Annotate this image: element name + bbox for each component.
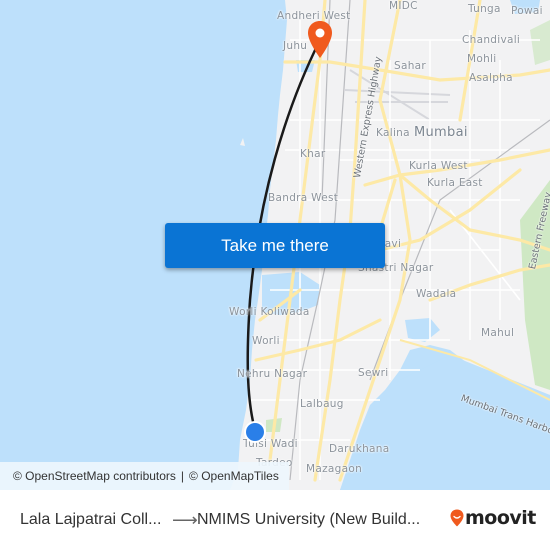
place-label-worli-koliwada: Worli Koliwada	[229, 306, 310, 318]
route-footer: Lala Lajpatrai Coll... ⟶ NMIMS Universit…	[0, 490, 550, 550]
place-label-mohli: Mohli	[467, 53, 497, 65]
arrow-right-icon: ⟶	[172, 510, 198, 530]
openmaptiles-attribution-link[interactable]: © OpenMapTiles	[189, 469, 279, 483]
place-label-lalbaug: Lalbaug	[300, 398, 344, 410]
place-label-mahul: Mahul	[481, 327, 515, 339]
destination-stop-name: NMIMS University (New Build...	[197, 511, 421, 528]
attribution-separator: |	[180, 469, 185, 483]
islet	[240, 138, 245, 146]
place-label-kalina: Kalina	[376, 127, 410, 139]
place-label-sahar: Sahar	[394, 60, 427, 72]
moovit-pin-icon	[450, 509, 464, 527]
place-label-wadala: Wadala	[416, 288, 457, 300]
origin-dot-icon[interactable]	[243, 420, 267, 444]
place-label-mazagaon: Mazagaon	[306, 463, 363, 475]
place-label-midc: MIDC	[389, 0, 418, 12]
place-label-bandra-west: Bandra West	[268, 192, 339, 204]
place-label-powai: Powai	[511, 5, 543, 17]
place-label-khar: Khar	[300, 148, 326, 160]
place-label-sewri: Sewri	[358, 367, 389, 379]
osm-attribution-link[interactable]: © OpenStreetMap contributors	[13, 469, 176, 483]
map-view[interactable]: Andheri West MIDC Tunga Powai Juhu Chand…	[0, 0, 550, 490]
place-label-juhu: Juhu	[283, 40, 308, 52]
moovit-wordmark: moovit	[465, 507, 536, 529]
origin-stop-name: Lala Lajpatrai Coll...	[20, 511, 162, 528]
destination-pin-icon[interactable]	[307, 20, 333, 60]
take-me-there-button[interactable]: Take me there	[165, 223, 385, 268]
place-label-darukhana: Darukhana	[329, 443, 390, 455]
place-label-chandivali: Chandivali	[462, 34, 521, 46]
place-label-nehru-nagar: Nehru Nagar	[237, 368, 308, 380]
place-label-mumbai: Mumbai	[414, 125, 468, 140]
map-attribution: © OpenStreetMap contributors | © OpenMap…	[0, 462, 289, 490]
place-label-kurla-west: Kurla West	[409, 160, 468, 172]
place-label-tunga: Tunga	[468, 3, 501, 15]
place-label-asalpha: Asalpha	[469, 72, 513, 84]
moovit-logo[interactable]: moovit	[450, 507, 536, 529]
place-label-worli: Worli	[252, 335, 280, 347]
place-label-kurla-east: Kurla East	[427, 177, 483, 189]
